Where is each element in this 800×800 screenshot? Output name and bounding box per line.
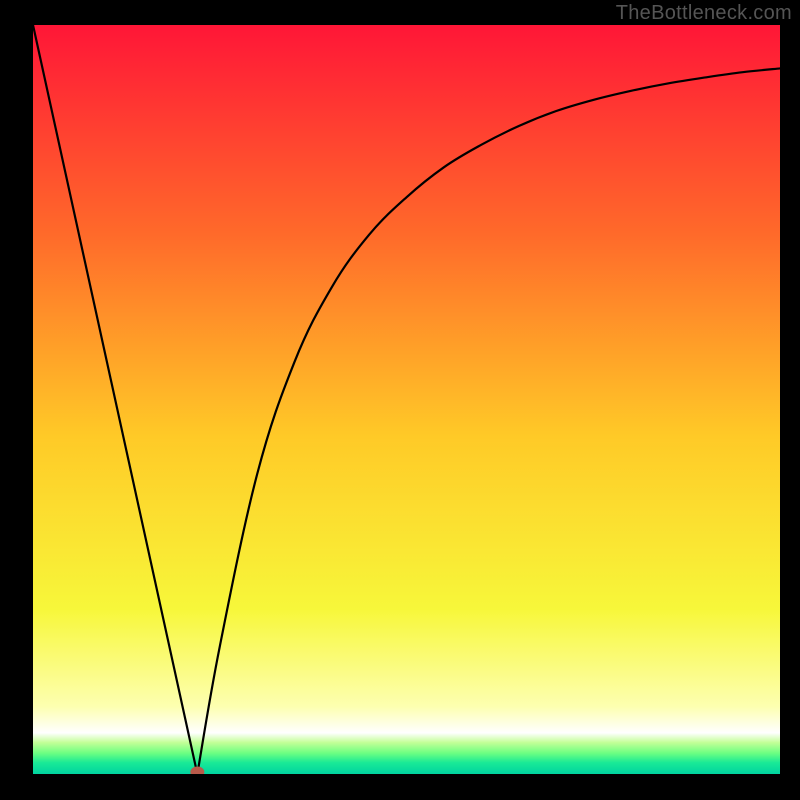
chart-frame: TheBottleneck.com (0, 0, 800, 800)
chart-plot-area (33, 25, 780, 774)
watermark-text: TheBottleneck.com (616, 2, 792, 25)
chart-svg (33, 25, 780, 774)
chart-background-gradient (33, 25, 780, 774)
